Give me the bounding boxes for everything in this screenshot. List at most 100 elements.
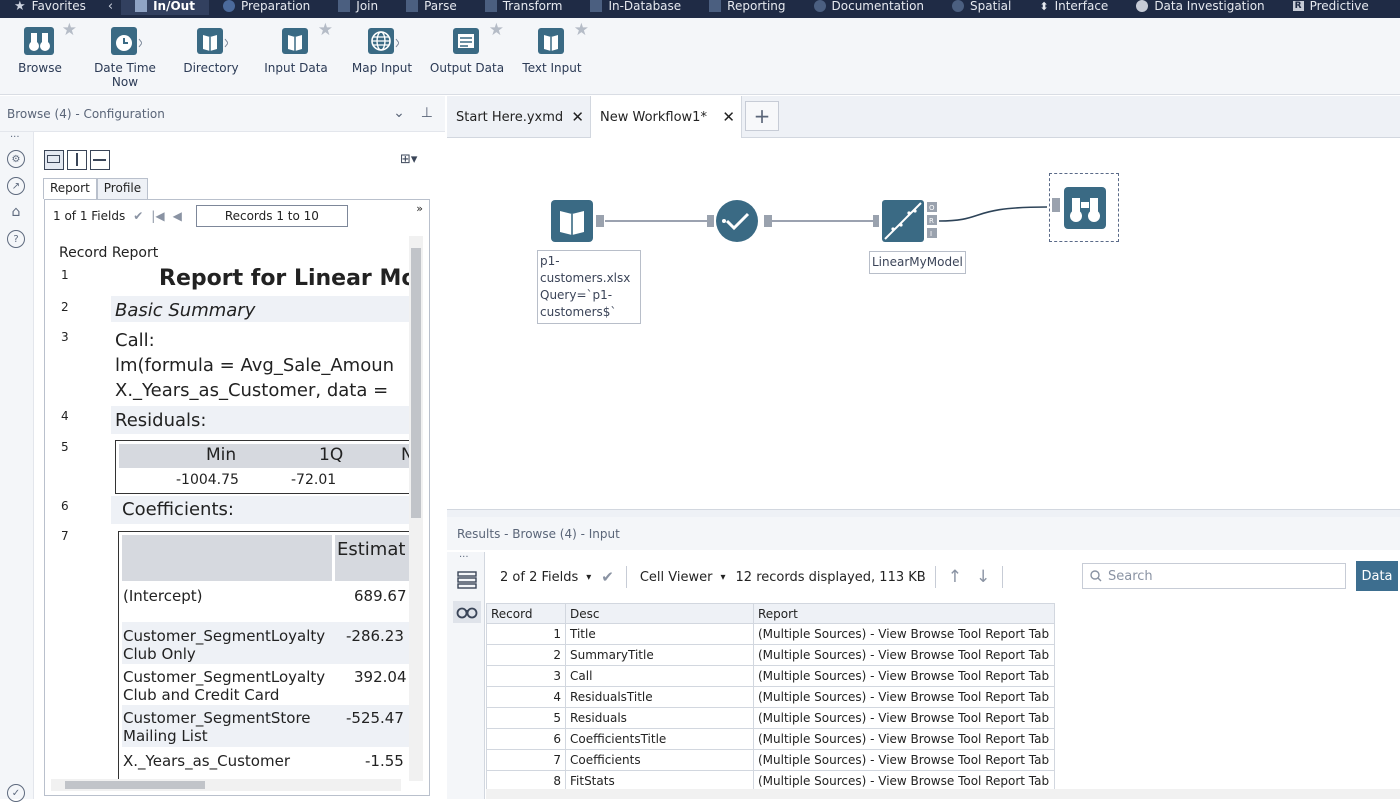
tool-input-data[interactable]: ★ Input Data	[256, 20, 336, 75]
arrow-up-icon[interactable]: ↑	[948, 567, 962, 587]
tool-date-time-now[interactable]: Date Time Now	[85, 24, 165, 89]
linear-regression-node[interactable]: ORI	[873, 199, 939, 247]
favorite-star-icon[interactable]: ★	[489, 20, 504, 40]
input-data-node[interactable]	[550, 199, 610, 247]
column-header-desc[interactable]: Desc	[565, 603, 754, 624]
svg-text:R: R	[929, 217, 934, 225]
check-circle-icon[interactable]: ✓	[7, 784, 25, 802]
check-icon[interactable]: ✔	[601, 568, 614, 586]
split-horizontal-icon[interactable]	[90, 150, 110, 170]
previous-page-icon[interactable]: ◀	[173, 209, 182, 223]
favorite-star-icon[interactable]: ★	[62, 20, 77, 40]
search-input[interactable]: Search	[1082, 563, 1346, 589]
results-table: Record Desc Report 1 Title (Multiple Sou…	[486, 603, 1055, 792]
browse-node[interactable]	[1049, 173, 1119, 242]
tag-icon[interactable]: ⌂	[7, 203, 25, 221]
check-icon[interactable]: ✔	[133, 209, 143, 223]
record-cell: 7	[486, 749, 566, 771]
pin-icon[interactable]: ⊥	[421, 105, 433, 121]
preparation-icon	[222, 0, 235, 12]
category-interface[interactable]: ⬍ Interface	[1025, 0, 1122, 15]
input-node-label: p1- customers.xlsx Query=`p1- customers$…	[537, 250, 641, 324]
table-row[interactable]: 7 Coefficients (Multiple Sources) - View…	[486, 749, 1055, 771]
table-row[interactable]: 4 ResidualsTitle (Multiple Sources) - Vi…	[486, 686, 1055, 708]
list-view-icon[interactable]	[457, 570, 477, 590]
tool-directory[interactable]: Directory	[171, 24, 251, 75]
tab-report[interactable]: Report	[43, 178, 97, 199]
panel-divider[interactable]	[447, 509, 1400, 517]
residuals-table: Min 1Q N -1004.75 -72.01	[115, 440, 409, 494]
category-transform[interactable]: Transform	[471, 0, 577, 15]
tab-new-workflow[interactable]: New Workflow1* ✕	[590, 96, 742, 138]
overflow-chevron-icon[interactable]: »	[416, 202, 423, 215]
chevron-down-icon[interactable]: ▾	[720, 572, 725, 583]
residual-header: N	[401, 445, 409, 465]
category-documentation[interactable]: Documentation	[800, 0, 939, 15]
fields-selector[interactable]: 2 of 2 Fields	[500, 570, 578, 585]
results-header-row: Record Desc Report	[486, 603, 1055, 624]
results-horizontal-scrollbar[interactable]	[486, 789, 1400, 799]
gear-icon[interactable]: ⚙	[7, 150, 25, 168]
category-predictive[interactable]: R Predictive	[1279, 0, 1383, 15]
category-reporting[interactable]: Reporting	[695, 0, 799, 15]
arrow-down-icon[interactable]: ↓	[976, 567, 990, 587]
new-tab-button[interactable]: +	[745, 101, 779, 131]
single-view-icon[interactable]	[44, 150, 64, 170]
investigation-icon	[1136, 0, 1149, 12]
clock-icon	[108, 24, 143, 58]
table-row[interactable]: 5 Residuals (Multiple Sources) - View Br…	[486, 707, 1055, 729]
chevron-down-icon[interactable]: ⌄	[393, 105, 405, 121]
column-header-report[interactable]: Report	[753, 603, 1055, 624]
tool-category-bar: ★ Favorites ‹ In/Out Preparation Join Pa…	[0, 0, 1400, 18]
tool-browse[interactable]: ★ Browse	[0, 20, 80, 75]
close-icon[interactable]: ✕	[571, 108, 584, 126]
tool-text-input[interactable]: ★ Text Input	[512, 20, 592, 75]
workflow-canvas[interactable]: p1- customers.xlsx Query=`p1- customers$…	[447, 139, 1400, 509]
select-node[interactable]	[707, 199, 779, 247]
category-spatial[interactable]: Spatial	[938, 0, 1025, 15]
tab-profile[interactable]: Profile	[96, 178, 149, 199]
report-cell: (Multiple Sources) - View Browse Tool Re…	[753, 728, 1055, 750]
connection-lines	[605, 206, 1048, 222]
chevron-left-icon[interactable]: ‹	[100, 0, 121, 14]
coefficient-value: 392.04	[354, 668, 407, 686]
report-horizontal-scrollbar[interactable]	[51, 779, 401, 791]
tool-output-data[interactable]: ★ Output Data	[427, 20, 507, 75]
binoculars-icon	[1052, 187, 1106, 229]
category-join[interactable]: Join	[324, 0, 392, 15]
fields-selector[interactable]: 1 of 1 Fields	[53, 209, 125, 223]
tab-start-here[interactable]: Start Here.yxmd ✕	[447, 96, 590, 138]
table-row[interactable]: 6 CoefficientsTitle (Multiple Sources) -…	[486, 728, 1055, 750]
column-header-record[interactable]: Record	[486, 603, 566, 624]
annotation-icon[interactable]: ↗	[7, 177, 25, 195]
data-button[interactable]: Data	[1356, 561, 1398, 591]
category-inout[interactable]: In/Out	[121, 0, 209, 15]
category-data-investigation[interactable]: Data Investigation	[1122, 0, 1278, 15]
layout-toggle-group	[44, 150, 110, 170]
split-vertical-icon[interactable]	[67, 150, 87, 170]
record-cell: 2	[486, 644, 566, 666]
output-icon: ★	[450, 20, 504, 58]
close-icon[interactable]: ✕	[722, 108, 735, 126]
favorite-star-icon[interactable]: ★	[318, 20, 333, 40]
category-parse[interactable]: Parse	[392, 0, 471, 15]
coefficients-heading: Coefficients:	[122, 499, 234, 520]
chevron-down-icon[interactable]: ▾	[586, 572, 591, 583]
category-preparation[interactable]: Preparation	[209, 0, 324, 15]
table-row[interactable]: 1 Title (Multiple Sources) - View Browse…	[486, 623, 1055, 645]
first-page-icon[interactable]: |◀	[151, 209, 164, 223]
cell-viewer-dropdown[interactable]: Cell Viewer	[640, 570, 713, 585]
add-dropdown-icon[interactable]: ⊞▾	[400, 152, 417, 167]
report-vertical-scrollbar[interactable]	[409, 236, 423, 781]
category-favorites[interactable]: ★ Favorites	[0, 0, 100, 15]
category-in-database[interactable]: In-Database	[576, 0, 695, 15]
svg-text:I: I	[930, 230, 932, 238]
table-row[interactable]: 3 Call (Multiple Sources) - View Browse …	[486, 665, 1055, 687]
binoculars-icon[interactable]	[453, 601, 481, 623]
help-icon[interactable]: ?	[7, 230, 25, 248]
svg-text:O: O	[929, 204, 935, 212]
favorite-star-icon[interactable]: ★	[574, 20, 589, 40]
coefficient-name: Customer_SegmentStore Mailing List	[123, 709, 311, 745]
tool-map-input[interactable]: Map Input	[342, 24, 422, 75]
table-row[interactable]: 2 SummaryTitle (Multiple Sources) - View…	[486, 644, 1055, 666]
